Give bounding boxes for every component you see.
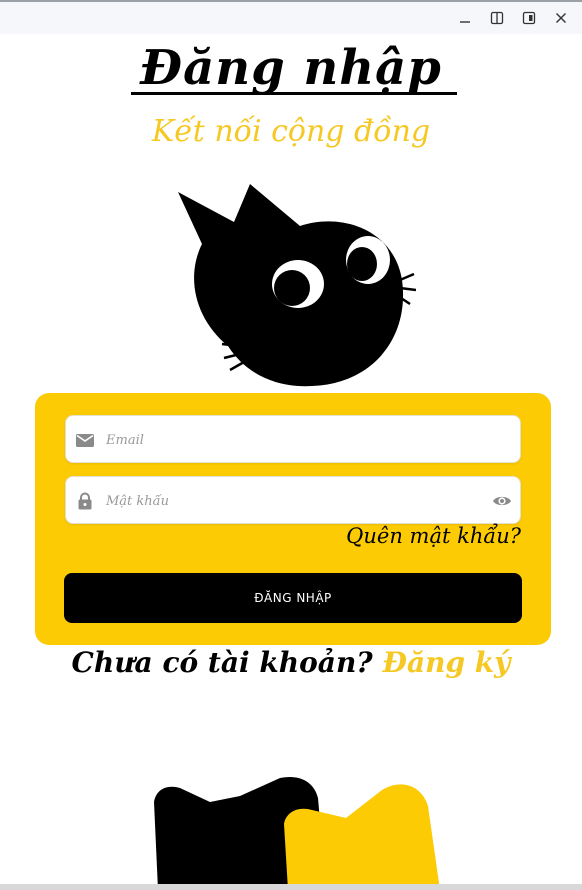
close-button[interactable] bbox=[550, 8, 572, 28]
bottom-scrollbar[interactable] bbox=[0, 884, 582, 890]
snap-window-button[interactable] bbox=[518, 8, 540, 28]
app-window: Đăng nhập Kết nối cộng đồng Email Quên m… bbox=[0, 0, 582, 890]
close-icon bbox=[556, 13, 566, 23]
password-input[interactable] bbox=[104, 483, 488, 519]
cat-head-icon bbox=[178, 184, 416, 387]
password-field[interactable] bbox=[65, 476, 521, 524]
email-field[interactable] bbox=[65, 415, 521, 463]
login-form-card: Quên mật khẩu? ĐĂNG NHẬP bbox=[35, 393, 551, 645]
page-title: Đăng nhập bbox=[140, 40, 442, 96]
signup-link[interactable]: Đăng ký bbox=[382, 646, 510, 679]
forgot-password-link[interactable]: Quên mật khẩu? bbox=[265, 521, 521, 551]
lock-icon bbox=[78, 492, 92, 510]
eye-icon[interactable] bbox=[492, 491, 512, 511]
mail-icon bbox=[76, 434, 94, 447]
login-button[interactable]: ĐĂNG NHẬP bbox=[64, 573, 522, 623]
signup-row: Chưa có tài khoản? Đăng ký bbox=[0, 640, 582, 686]
minimize-button[interactable] bbox=[454, 8, 476, 28]
email-input[interactable] bbox=[104, 422, 488, 458]
minimize-icon bbox=[460, 21, 470, 23]
page-subtitle: Kết nối cộng đồng bbox=[151, 114, 431, 149]
split-view-icon bbox=[490, 11, 504, 25]
title-underline bbox=[131, 92, 457, 95]
cats-bottom-icon bbox=[154, 776, 440, 890]
split-view-button[interactable] bbox=[486, 8, 508, 28]
snap-window-icon bbox=[522, 11, 536, 25]
signup-prompt: Chưa có tài khoản? bbox=[71, 646, 383, 679]
title-bar bbox=[0, 2, 582, 34]
